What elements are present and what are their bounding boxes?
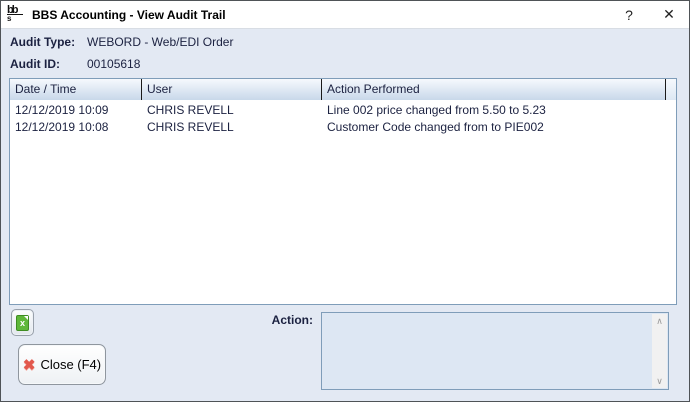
close-x-icon: ✖ [23,356,36,374]
column-header-date-time[interactable]: Date / Time [10,79,142,100]
table-row[interactable]: 12/12/2019 10:08 CHRIS REVELL Customer C… [10,119,676,136]
audit-table-body: 12/12/2019 10:09 CHRIS REVELL Line 002 p… [10,100,676,136]
cell-datetime: 12/12/2019 10:09 [10,102,142,119]
audit-table-header: Date / Time User Action Performed [10,79,676,100]
action-label: Action: [229,313,313,327]
column-header-filler [666,79,676,100]
audit-type-label: Audit Type: [10,35,75,49]
cell-action: Customer Code changed from to PIE002 [322,119,676,136]
cell-user: CHRIS REVELL [142,119,322,136]
close-button-label: Close (F4) [40,357,101,372]
audit-table[interactable]: Date / Time User Action Performed 12/12/… [9,78,677,305]
audit-id-label: Audit ID: [10,57,60,71]
app-icon: bb s [7,5,27,25]
close-button[interactable]: ✖ Close (F4) [18,344,106,385]
table-row[interactable]: 12/12/2019 10:09 CHRIS REVELL Line 002 p… [10,102,676,119]
audit-trail-dialog: bb s BBS Accounting - View Audit Trail ?… [0,0,690,402]
column-header-user[interactable]: User [142,79,322,100]
column-header-action-performed[interactable]: Action Performed [322,79,666,100]
audit-type-value: WEBORD - Web/EDI Order [87,35,233,49]
excel-icon: x [16,315,29,331]
cell-action: Line 002 price changed from 5.50 to 5.23 [322,102,676,119]
audit-id-value: 00105618 [87,57,140,71]
cell-datetime: 12/12/2019 10:08 [10,119,142,136]
export-excel-button[interactable]: x [11,309,34,336]
scroll-down-icon[interactable]: ∨ [656,374,663,388]
action-textbox[interactable]: ∧ ∨ [321,312,669,390]
help-button[interactable]: ? [609,1,649,28]
action-text [324,315,650,387]
window-title: BBS Accounting - View Audit Trail [32,8,226,22]
scroll-up-icon[interactable]: ∧ [656,314,663,328]
action-scrollbar[interactable]: ∧ ∨ [652,314,667,388]
window-close-button[interactable]: ✕ [649,1,689,28]
cell-user: CHRIS REVELL [142,102,322,119]
titlebar: bb s BBS Accounting - View Audit Trail ?… [1,1,689,29]
